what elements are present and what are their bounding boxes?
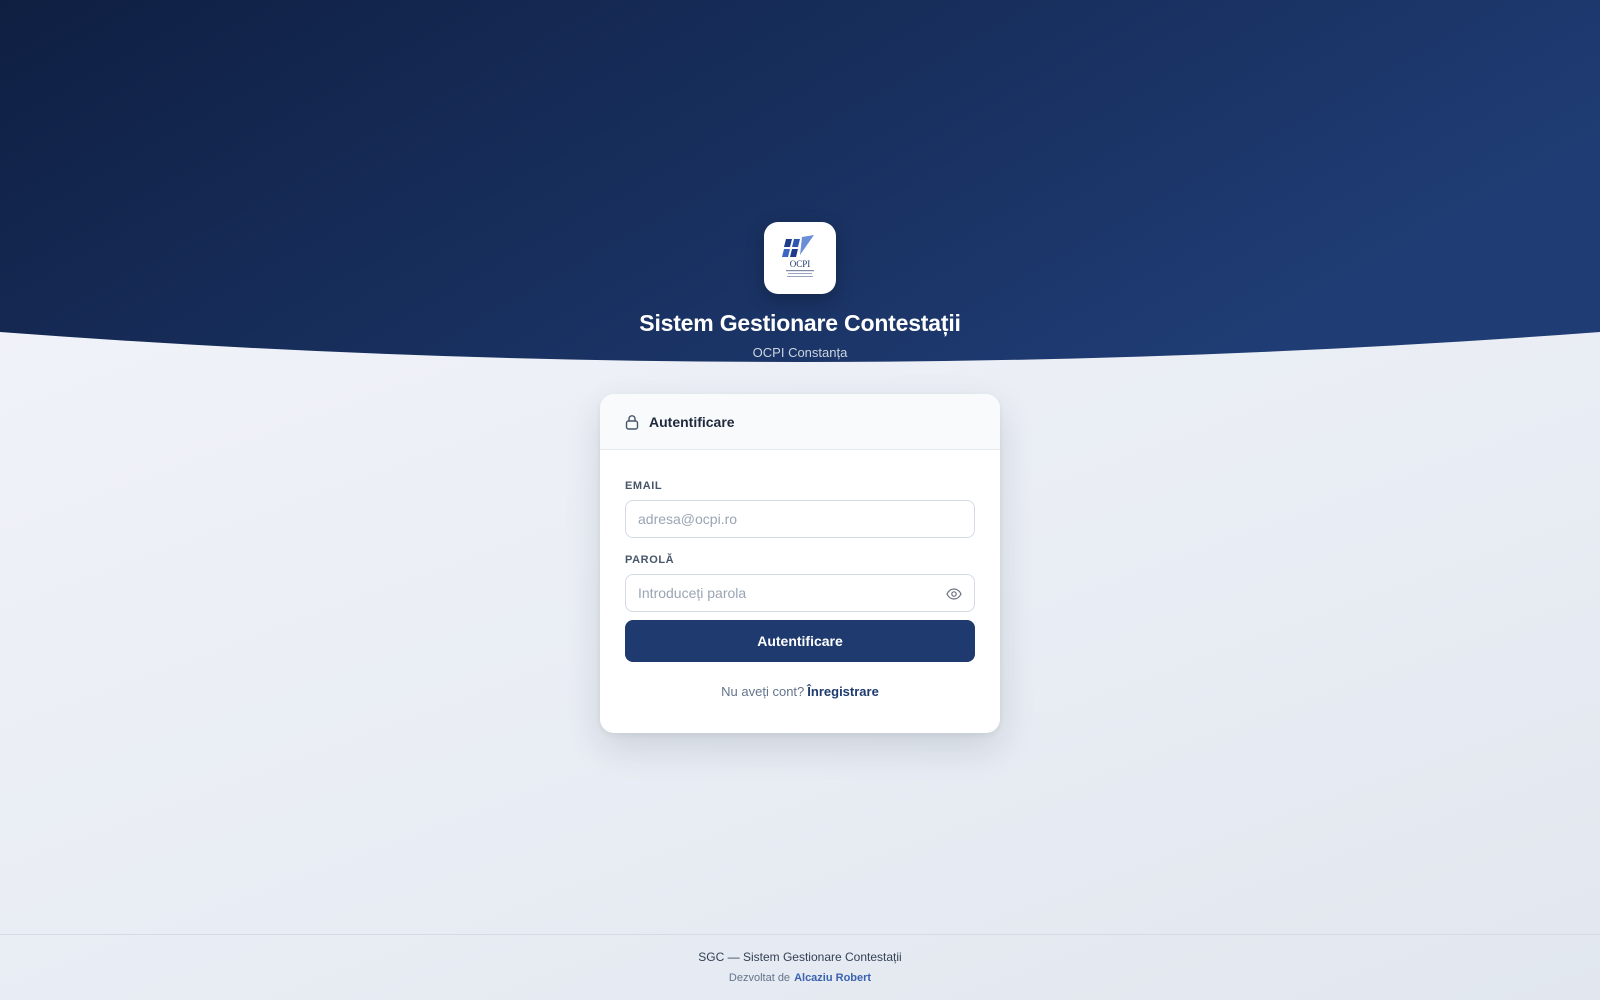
app-title: Sistem Gestionare Contestații	[639, 310, 961, 336]
login-card-header: Autentificare	[600, 394, 1000, 450]
footer-app-name: SGC — Sistem Gestionare Contestații	[698, 950, 902, 964]
app-subtitle: OCPI Constanța	[752, 345, 848, 360]
password-input[interactable]	[626, 575, 974, 611]
register-prompt-text: Nu aveți cont?	[721, 684, 805, 699]
login-card: Autentificare EMAIL PAROLĂ Autentificare…	[600, 394, 1000, 733]
footer-developed-by-label: Dezvoltat de	[728, 972, 791, 984]
footer-credits: Dezvoltat de Alcaziu Robert	[0, 972, 1600, 984]
login-card-title: Autentificare	[649, 413, 735, 430]
page-footer: SGC — Sistem Gestionare Contestații Dezv…	[0, 934, 1600, 1000]
ocpi-logo-icon: OCPI	[782, 235, 814, 277]
email-field-wrapper	[625, 500, 975, 538]
svg-text:OCPI: OCPI	[790, 259, 811, 269]
login-submit-button[interactable]: Autentificare	[625, 620, 975, 662]
email-label: EMAIL	[625, 480, 663, 492]
eye-icon[interactable]	[946, 586, 962, 602]
register-prompt-row: Nu aveți cont? Înregistrare	[625, 684, 975, 699]
lock-icon	[625, 414, 639, 430]
login-form: EMAIL PAROLĂ Autentificare Nu aveți cont…	[600, 450, 1000, 699]
brand-header: OCPI Sistem Gestionare Contestații OCPI …	[0, 222, 1600, 360]
register-link[interactable]: Înregistrare	[807, 684, 879, 699]
password-field-wrapper	[625, 574, 975, 612]
footer-developer-link[interactable]: Alcaziu Robert	[794, 972, 871, 984]
password-label: PAROLĂ	[625, 554, 675, 566]
email-input[interactable]	[626, 501, 974, 537]
ocpi-logo: OCPI	[764, 222, 836, 294]
